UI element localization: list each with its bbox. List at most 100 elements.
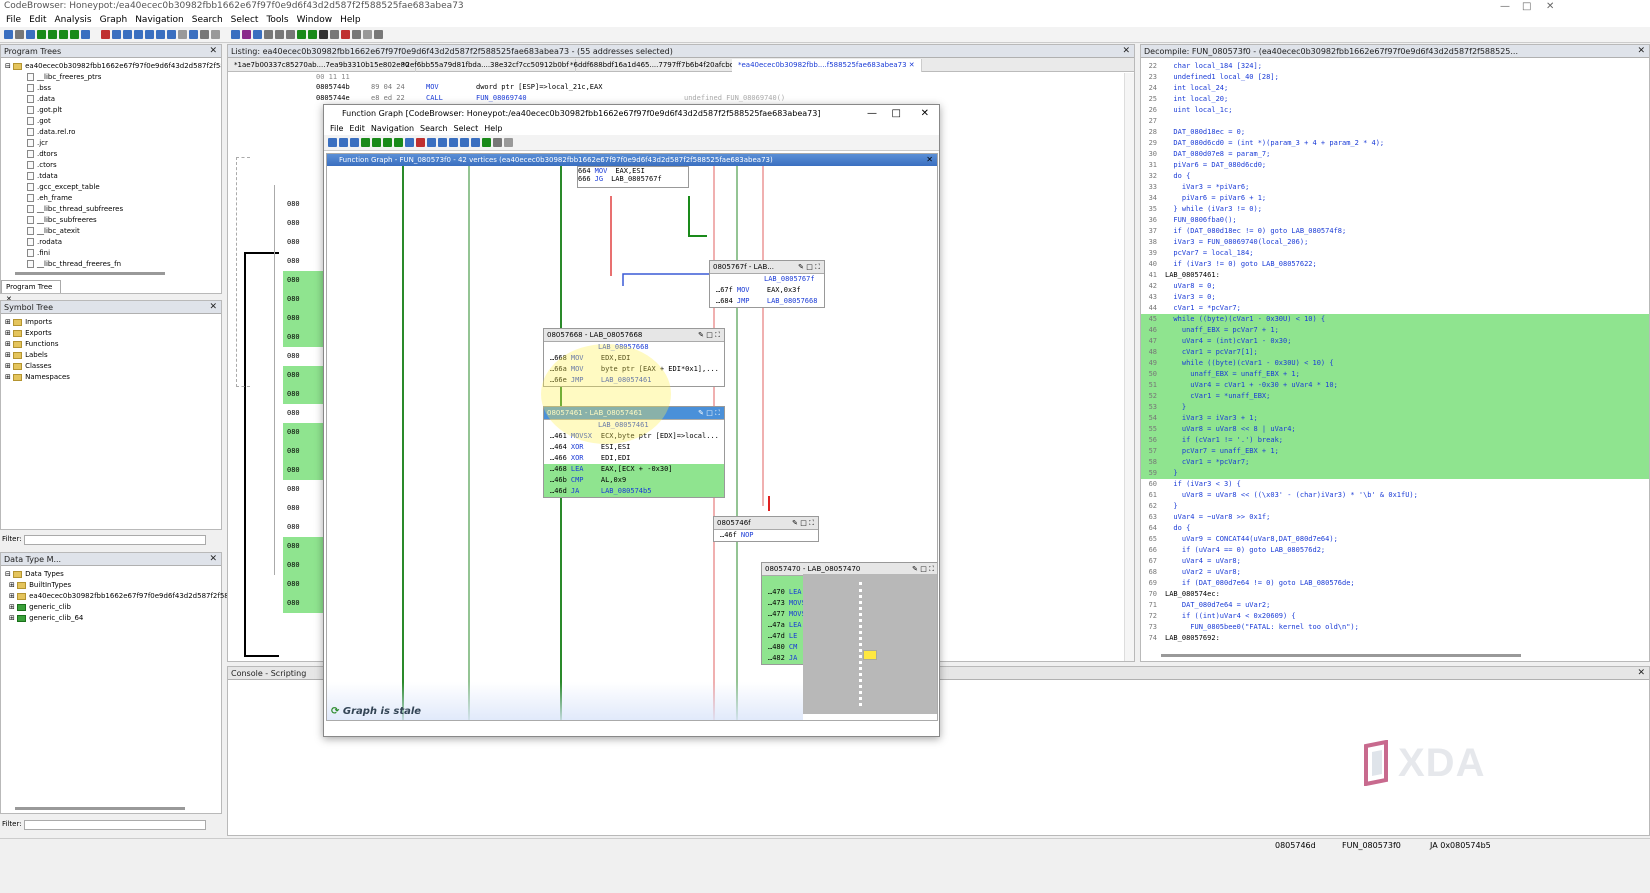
block-label[interactable]: LAB_08057461 [544, 420, 724, 431]
listing-address[interactable]: 080 [283, 195, 325, 214]
block-label[interactable]: LAB_0805767f [710, 274, 824, 285]
decompile-line[interactable]: 64 do { [1141, 523, 1649, 534]
decompile-line[interactable]: 28 DAT_080d18ec = 0; [1141, 127, 1649, 138]
toolbar-tool-icon[interactable] [189, 30, 198, 39]
symbol-tree-item[interactable]: ⊞ Imports [5, 317, 221, 328]
maximize-icon[interactable]: □ [920, 565, 929, 573]
decompile-line[interactable]: 57 pcVar7 = unaff_EBX + 1; [1141, 446, 1649, 457]
menu-select[interactable]: Select [231, 15, 259, 25]
decompile-line[interactable]: 73 FUN_0805bee0("FATAL: kernel too old\n… [1141, 622, 1649, 633]
datatype-filter-input[interactable] [24, 820, 206, 830]
toolbar-tool-icon[interactable] [81, 30, 90, 39]
listing-tab[interactable]: *6ddf688bdf16a1d465....7797ff7b6b4f20afc… [564, 59, 741, 72]
symbol-filter-input[interactable] [24, 535, 206, 545]
decompile-line[interactable]: 56 if (cVar1 != '.') break; [1141, 435, 1649, 446]
decompile-line[interactable]: 40 if (iVar3 != 0) goto LAB_08057622; [1141, 259, 1649, 270]
horizontal-scrollbar[interactable] [1161, 654, 1521, 657]
zoom-icon[interactable]: ⛶ [929, 565, 934, 573]
program-tree-item[interactable]: .data.rel.ro [5, 127, 221, 138]
symbol-tree-item[interactable]: ⊞ Exports [5, 328, 221, 339]
satellite-viewport[interactable] [863, 650, 877, 660]
toolbar-tool-icon[interactable] [242, 30, 251, 39]
toolbar-tool-icon[interactable] [286, 30, 295, 39]
toolbar-tool-icon[interactable] [156, 30, 165, 39]
decompile-line[interactable]: 30 DAT_080d07e8 = param_7; [1141, 149, 1649, 160]
symbol-tree-item[interactable]: ⊞ Namespaces [5, 372, 221, 383]
decompile-line[interactable]: 39 pcVar7 = local_184; [1141, 248, 1649, 259]
horizontal-scrollbar[interactable] [15, 807, 185, 810]
listing-address[interactable]: 080 [283, 423, 325, 442]
decompile-line[interactable]: 29 DAT_080d6cd0 = (int *)(param_3 + 4 + … [1141, 138, 1649, 149]
toolbar-tool-icon[interactable] [59, 30, 68, 39]
fg-toolbar-icon[interactable] [460, 138, 469, 147]
toolbar-tool-icon[interactable] [4, 30, 13, 39]
instruction-line[interactable]: …46f NOP [714, 530, 818, 541]
fg-menu-search[interactable]: Search [420, 124, 447, 133]
toolbar-tool-icon[interactable] [123, 30, 132, 39]
decompile-line[interactable]: 65 uVar9 = CONCAT44(uVar8,DAT_080d7e64); [1141, 534, 1649, 545]
graph-block[interactable]: 664 MOV EAX,ESI 666 JG LAB_0805767f [577, 166, 689, 188]
menu-search[interactable]: Search [192, 15, 223, 25]
fg-toolbar-icon[interactable] [361, 138, 370, 147]
expand-icon[interactable]: ⊞ [9, 581, 17, 589]
listing-address[interactable]: 080 [283, 499, 325, 518]
fg-toolbar-icon[interactable] [394, 138, 403, 147]
program-tree-item[interactable]: .tdata [5, 171, 221, 182]
instruction-line[interactable]: …668 MOV EDX,EDI [544, 353, 724, 364]
decompile-line[interactable]: 27 [1141, 116, 1649, 127]
graph-block[interactable]: 0805767f - LAB... ✎ □ ⛶ LAB_0805767f …67f MO… [709, 260, 825, 308]
decompile-line[interactable]: 51 uVar4 = cVar1 + -0x30 + uVar4 * 10; [1141, 380, 1649, 391]
program-tree-item[interactable]: __libc_freeres_ptrs [5, 72, 221, 83]
decompile-line[interactable]: 45 while ((byte)(cVar1 - 0x30U) < 10) { [1141, 314, 1649, 325]
decompile-line[interactable]: 59 } [1141, 468, 1649, 479]
decompile-line[interactable]: 58 cVar1 = *pcVar7; [1141, 457, 1649, 468]
listing-address[interactable]: 080 [283, 252, 325, 271]
program-tree-item[interactable]: .fini [5, 248, 221, 259]
fg-toolbar-icon[interactable] [449, 138, 458, 147]
toolbar-tool-icon[interactable] [70, 30, 79, 39]
decompile-line[interactable]: 42 uVar8 = 0; [1141, 281, 1649, 292]
toolbar-tool-icon[interactable] [134, 30, 143, 39]
toolbar-tool-icon[interactable] [341, 30, 350, 39]
toolbar-tool-icon[interactable] [264, 30, 273, 39]
maximize-icon[interactable]: □ [800, 519, 809, 527]
instruction-line[interactable]: …46b CMP AL,0x9 [544, 475, 724, 486]
vertical-scrollbar[interactable] [1124, 73, 1134, 661]
decompile-line[interactable]: 36 FUN_0806fba0(); [1141, 215, 1649, 226]
maximize-icon[interactable]: □ [806, 263, 815, 271]
maximize-icon[interactable]: □ [706, 409, 715, 417]
decompile-line[interactable]: 66 if (uVar4 == 0) goto LAB_080576d2; [1141, 545, 1649, 556]
expand-icon[interactable]: ⊞ [5, 329, 13, 337]
fg-toolbar-icon[interactable] [416, 138, 425, 147]
decompile-line[interactable]: 49 while ((byte)(cVar1 - 0x30U) < 10) { [1141, 358, 1649, 369]
menu-window[interactable]: Window [297, 15, 333, 25]
tree-root[interactable]: ⊟ ea40ecec0b30982fbb1662e67f97f0e9d6f43d… [5, 61, 221, 72]
horizontal-scrollbar[interactable] [15, 272, 165, 275]
instruction-line[interactable]: 666 JG LAB_0805767f [578, 175, 688, 183]
fg-menu-edit[interactable]: Edit [349, 124, 365, 133]
close-icon[interactable]: ✕ [209, 45, 217, 58]
instruction-line[interactable]: …67f MOV EAX,0x3f [710, 285, 824, 296]
toolbar-tool-icon[interactable] [15, 30, 24, 39]
minimize-icon[interactable]: — [1500, 0, 1510, 13]
fg-toolbar-icon[interactable] [427, 138, 436, 147]
data-type-item[interactable]: ⊞ generic_clib_64 [5, 613, 221, 624]
graph-canvas[interactable]: Function Graph - FUN_080573f0 - 42 verti… [326, 153, 938, 721]
fg-toolbar-icon[interactable] [493, 138, 502, 147]
fg-toolbar-icon[interactable] [328, 138, 337, 147]
maximize-icon[interactable]: □ [892, 105, 901, 123]
listing-tab[interactable]: *2ef6bb55a79d81fbda....38e32cf7cc50912b0… [396, 59, 576, 72]
toolbar-tool-icon[interactable] [352, 30, 361, 39]
decompile-line[interactable]: 54 iVar3 = iVar3 + 1; [1141, 413, 1649, 424]
zoom-icon[interactable]: ⛶ [815, 263, 820, 271]
menu-file[interactable]: File [6, 15, 21, 25]
data-type-item[interactable]: ⊞ ea40ecec0b30982fbb1662e67f97f0e9d6f43d… [5, 591, 262, 602]
decompile-line[interactable]: 74 LAB_08057692: [1141, 633, 1649, 644]
data-type-item[interactable]: ⊞ generic_clib [5, 602, 221, 613]
program-tree-item[interactable]: .eh_frame [5, 193, 221, 204]
block-label[interactable]: LAB_08057668 [544, 342, 724, 353]
toolbar-tool-icon[interactable] [26, 30, 35, 39]
toolbar-tool-icon[interactable] [112, 30, 121, 39]
program-tree-item[interactable]: .got.plt [5, 105, 221, 116]
fg-menu-file[interactable]: File [330, 124, 343, 133]
